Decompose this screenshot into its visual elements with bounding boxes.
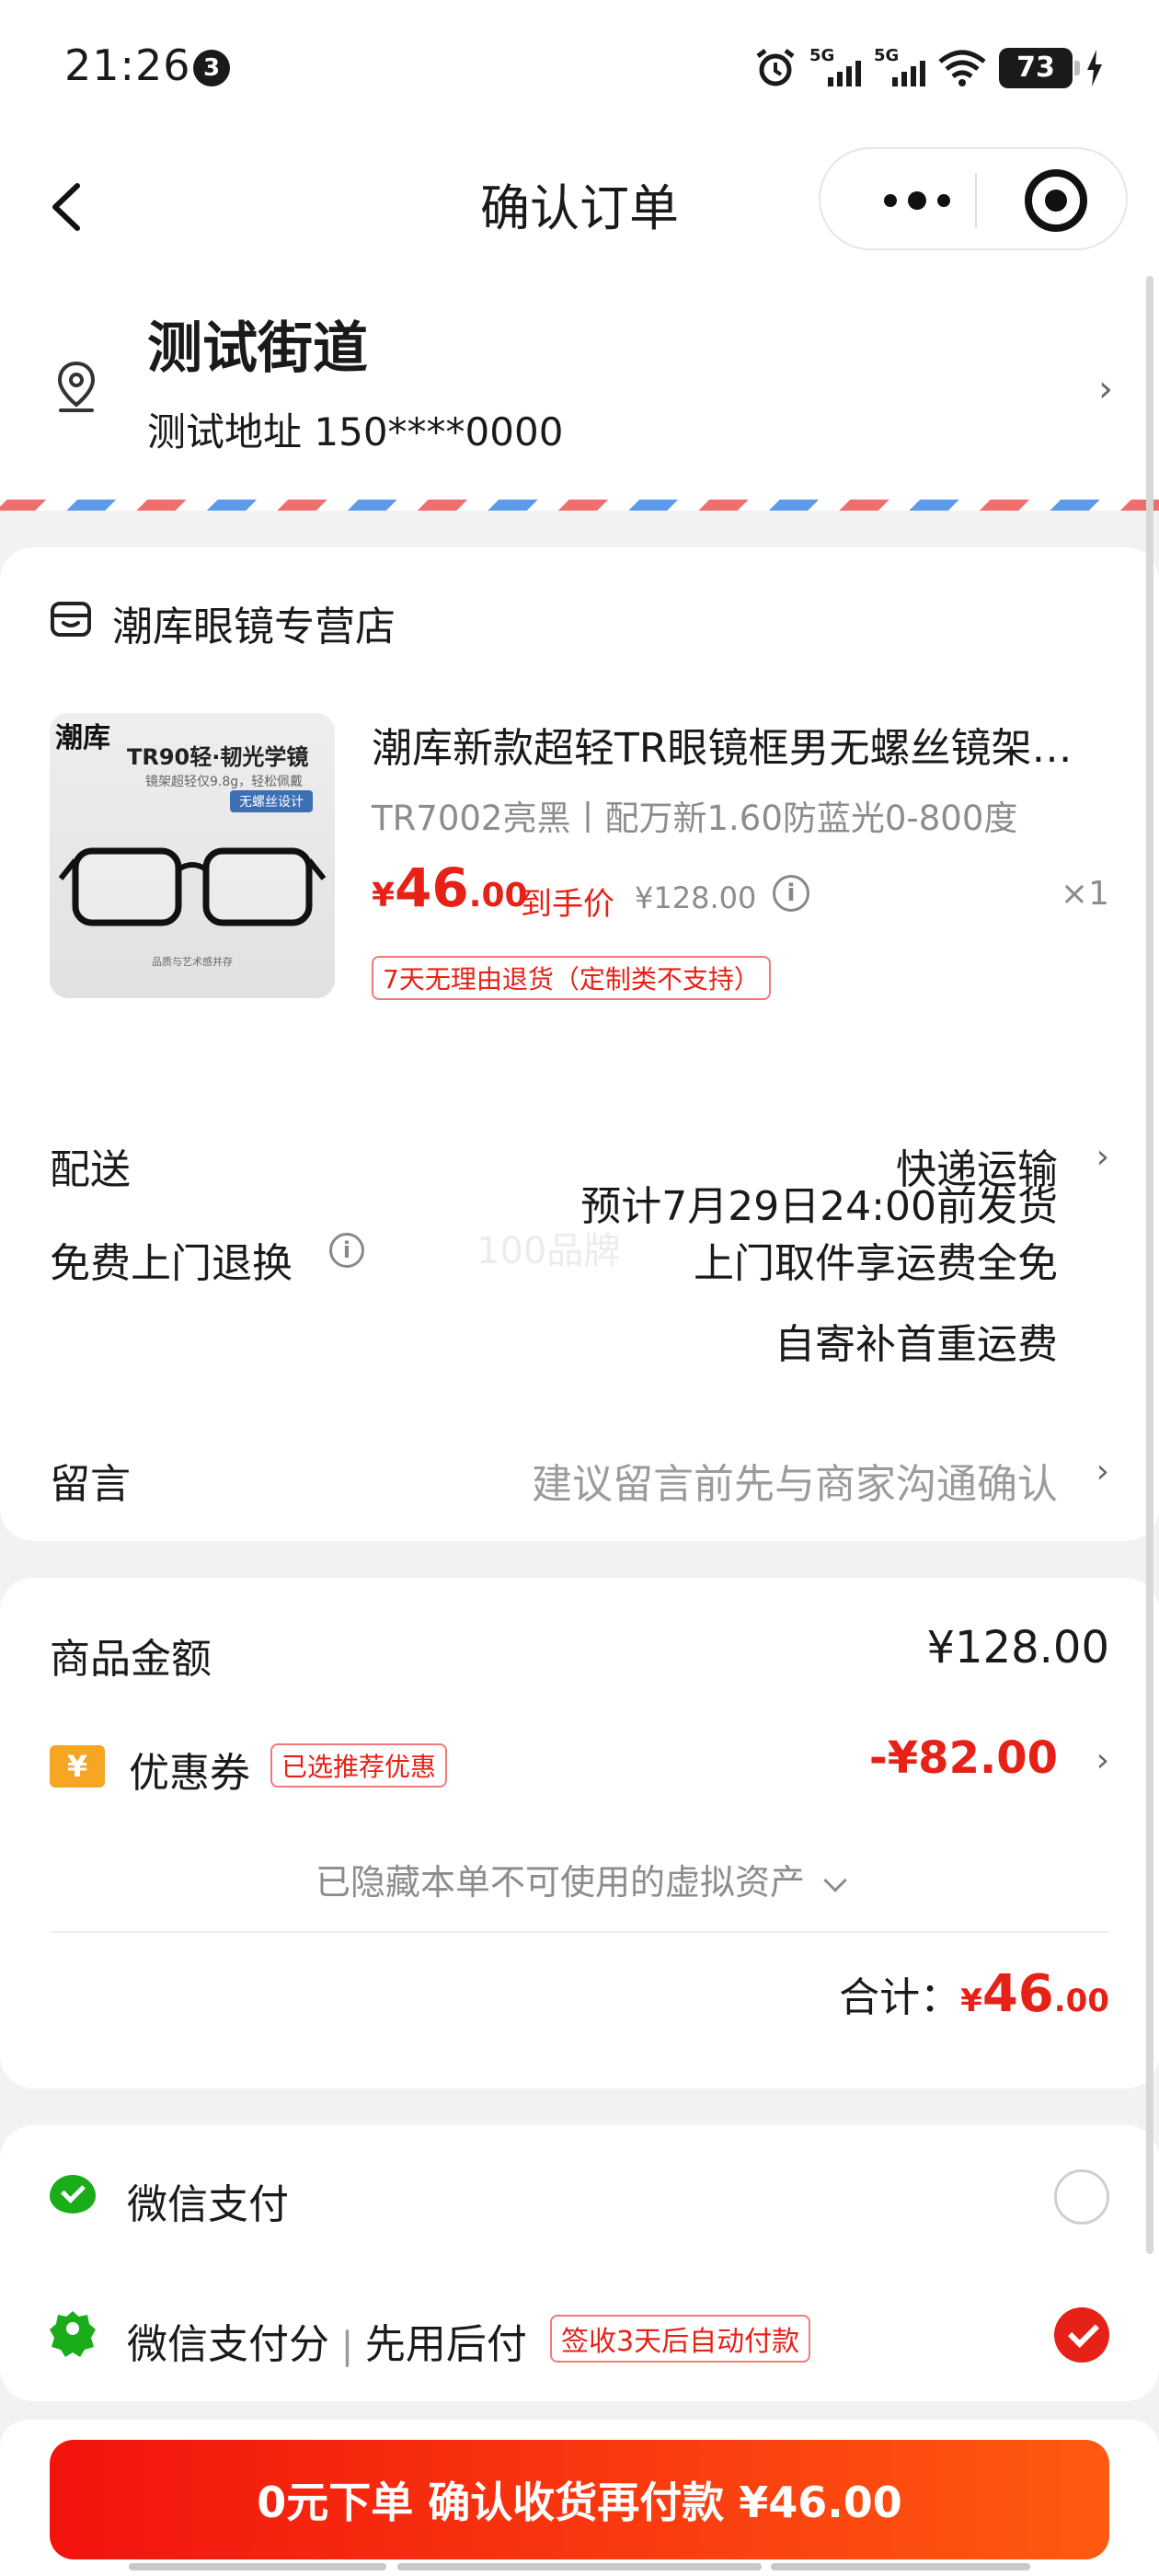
hidden-assets-text: 已隐藏本单不可使用的虚拟资产 bbox=[315, 1862, 805, 1903]
chevron-right-icon: › bbox=[1096, 1138, 1109, 1176]
watermark-text: 100品牌 bbox=[476, 1230, 621, 1272]
alarm-icon bbox=[756, 49, 795, 86]
goods-amount-label: 商品金额 bbox=[50, 1636, 212, 1683]
wechat-pay-score-radio-checked[interactable] bbox=[1054, 2307, 1109, 2363]
product-title[interactable]: 潮库新款超轻TR眼镜框男无螺丝镜架女近视眼镜可配度数方框 bbox=[372, 715, 1107, 774]
price-info-icon[interactable]: i bbox=[773, 875, 809, 912]
delivery-label: 配送 bbox=[50, 1146, 131, 1193]
wechat-pay-radio[interactable] bbox=[1054, 2169, 1109, 2225]
status-icons: 5G 5G 73 bbox=[754, 42, 1104, 94]
free-return-info-icon[interactable]: i bbox=[329, 1233, 364, 1268]
wechat-pay-score-icon bbox=[50, 2311, 96, 2357]
auto-pay-tag: 签收3天后自动付款 bbox=[550, 2315, 811, 2363]
wechat-pay-score-option[interactable]: 微信支付分 | 先用后付 bbox=[127, 2311, 527, 2370]
chevron-right-icon: › bbox=[1096, 1742, 1109, 1779]
wifi-icon bbox=[938, 50, 986, 86]
address-detail-line: 测试地址 150****0000 bbox=[147, 401, 563, 457]
wechat-pay-label[interactable]: 微信支付 bbox=[127, 2171, 289, 2230]
nav-bar: 确认订单 bbox=[0, 138, 1159, 276]
status-bar: 21:26 3 5G 5G 73 bbox=[0, 0, 1159, 138]
address-detail: 测试地址 bbox=[147, 409, 303, 454]
product-image-subline: 镜架超轻仅9.8g，轻松佩戴 bbox=[145, 775, 304, 789]
product-image-footer: 品质与艺术感并存 bbox=[152, 956, 233, 968]
original-price: ¥128.00 bbox=[635, 880, 757, 915]
wechat-pay-icon bbox=[50, 2175, 96, 2214]
capsule-divider bbox=[975, 173, 977, 228]
amount-summary-card: 商品金额 ¥128.00 ¥ 优惠券 已选推荐优惠 -¥82.00 › 已隐藏本… bbox=[0, 1578, 1159, 2088]
delivery-estimate: 预计7月29日24:00前发货 bbox=[580, 1183, 1058, 1230]
free-return-line-1: 上门取件享运费全免 bbox=[694, 1240, 1058, 1287]
final-price-label: 到手价 bbox=[521, 886, 614, 923]
signal-5g-icon-2: 5G bbox=[874, 46, 925, 90]
free-return-label: 免费上门退换 bbox=[50, 1240, 293, 1287]
address-phone: 150****0000 bbox=[314, 409, 564, 454]
clock: 21:26 bbox=[64, 40, 191, 90]
product-image-pill: 无螺丝设计 bbox=[230, 790, 313, 812]
order-item-card: 潮库眼镜专营店 潮库 TR90轻·韧光学镜 镜架超轻仅9.8g，轻松佩戴 无螺丝… bbox=[0, 547, 1159, 1541]
product-price: ¥46.00 bbox=[372, 857, 528, 919]
coupon-icon: ¥ bbox=[50, 1745, 105, 1788]
free-return-line-2: 自寄补首重运费 bbox=[775, 1321, 1058, 1368]
payment-method-card: 微信支付 微信支付分 | 先用后付 签收3天后自动付款 bbox=[0, 2125, 1159, 2401]
product-spec[interactable]: TR7002亮黑丨配万新1.60防蓝光0-800度 bbox=[372, 790, 1017, 840]
more-icon[interactable] bbox=[866, 149, 968, 252]
chevron-down-icon bbox=[823, 1869, 847, 1892]
bottom-action-bar: 0元下单 确认收货再付款 ¥46.00 bbox=[0, 2420, 1159, 2576]
goods-amount-value: ¥128.00 bbox=[926, 1622, 1110, 1673]
message-input[interactable]: 建议留言前先与商家沟通确认 bbox=[532, 1451, 1058, 1510]
divider bbox=[50, 1931, 1109, 1933]
glasses-icon bbox=[59, 847, 326, 926]
return-policy-tag: 7天无理由退货（定制类不支持） bbox=[372, 956, 771, 1000]
shop-name[interactable]: 潮库眼镜专营店 bbox=[112, 593, 396, 652]
pay-later-label: 先用后付 bbox=[364, 2321, 527, 2368]
coupon-label[interactable]: 优惠券 bbox=[129, 1740, 250, 1799]
address-name: 测试街道 bbox=[147, 316, 368, 381]
submit-order-button[interactable]: 0元下单 确认收货再付款 ¥46.00 bbox=[50, 2440, 1109, 2559]
close-miniprogram-icon[interactable] bbox=[1025, 169, 1087, 232]
total-label: 合计： bbox=[839, 1974, 961, 2021]
coupon-discount-value[interactable]: -¥82.00 bbox=[869, 1732, 1058, 1784]
address-section[interactable]: 测试街道 测试地址 150****0000 › bbox=[0, 276, 1159, 501]
coupon-recommended-tag: 已选推荐优惠 bbox=[270, 1743, 448, 1788]
mini-program-capsule bbox=[819, 147, 1128, 250]
product-image-headline: TR90轻·韧光学镜 bbox=[127, 744, 309, 770]
home-indicator bbox=[771, 2563, 1030, 2570]
hidden-assets-toggle[interactable]: 已隐藏本单不可使用的虚拟资产 bbox=[0, 1854, 1159, 1904]
charging-bolt-icon bbox=[1087, 50, 1102, 86]
order-total: 合计：¥46.00 bbox=[839, 1964, 1109, 2024]
chevron-right-icon: › bbox=[1098, 368, 1113, 410]
product-quantity: ×1 bbox=[1060, 875, 1109, 913]
chevron-right-icon: › bbox=[1096, 1453, 1109, 1490]
home-indicator bbox=[397, 2563, 762, 2570]
product-image[interactable]: 潮库 TR90轻·韧光学镜 镜架超轻仅9.8g，轻松佩戴 无螺丝设计 品质与艺术… bbox=[50, 713, 335, 998]
airmail-border bbox=[0, 500, 1159, 511]
shop-icon bbox=[51, 602, 91, 637]
product-image-brand: 潮库 bbox=[55, 722, 110, 754]
message-label: 留言 bbox=[50, 1461, 131, 1508]
battery-icon: 73 bbox=[999, 48, 1080, 88]
wechat-pay-score-label: 微信支付分 bbox=[127, 2321, 329, 2368]
scrollbar[interactable] bbox=[1146, 276, 1153, 2254]
location-pin-icon bbox=[57, 361, 96, 412]
home-indicator bbox=[129, 2563, 386, 2570]
signal-5g-icon: 5G bbox=[809, 46, 861, 90]
notification-count-badge: 3 bbox=[193, 50, 230, 86]
